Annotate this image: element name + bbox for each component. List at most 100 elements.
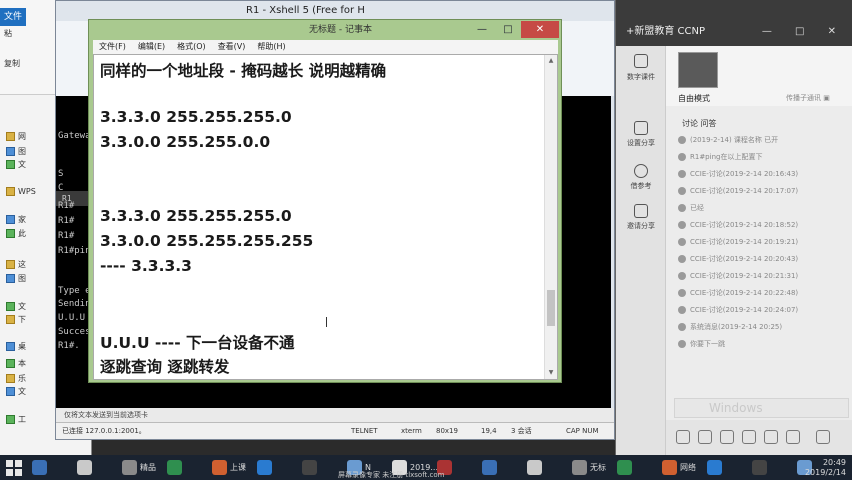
taskbar-app-button[interactable]: 精品 bbox=[122, 458, 156, 477]
menu-view[interactable]: 查看(V) bbox=[218, 40, 246, 54]
image-icon[interactable] bbox=[698, 430, 712, 444]
nav-item[interactable]: 网 bbox=[6, 130, 26, 142]
folder-icon bbox=[6, 131, 15, 141]
chat-message: CCIE-讨论(2019-2-14 20:24:07) bbox=[678, 305, 848, 315]
chat-window-buttons[interactable]: — □ ✕ bbox=[762, 26, 846, 37]
menu-file[interactable]: 文件(F) bbox=[99, 40, 126, 54]
windows-start-icon[interactable] bbox=[6, 460, 22, 476]
scroll-down-icon[interactable]: ▼ bbox=[545, 367, 557, 379]
terminal-line: U.U.U bbox=[58, 313, 86, 323]
emoji-icon[interactable] bbox=[676, 430, 690, 444]
taskbar-app-button[interactable]: 无标 bbox=[572, 458, 606, 477]
user-avatar-icon bbox=[678, 272, 686, 280]
chat-tabs[interactable]: 讨论 问答 bbox=[666, 118, 852, 130]
nav-item[interactable]: 这 bbox=[6, 258, 26, 270]
menu-help[interactable]: 帮助(H) bbox=[257, 40, 285, 54]
nav-item[interactable]: 图 bbox=[6, 272, 26, 284]
close-button[interactable]: ✕ bbox=[521, 21, 559, 38]
nav-item[interactable]: 乐 bbox=[6, 372, 26, 384]
paste-button[interactable]: 粘 bbox=[4, 28, 12, 39]
taskbar-app-button[interactable] bbox=[752, 458, 770, 477]
taskbar-app-button[interactable] bbox=[617, 458, 635, 477]
chat-title: +新盟教育 CCNP bbox=[616, 0, 852, 46]
nav-item[interactable]: 本 bbox=[6, 357, 26, 369]
chat-message-text: CCIE-讨论(2019-2-14 20:19:21) bbox=[690, 238, 799, 246]
scroll-up-icon[interactable]: ▲ bbox=[545, 55, 557, 67]
chat-message: CCIE-讨论(2019-2-14 20:16:43) bbox=[678, 169, 848, 179]
header-right-label[interactable]: 传播子通讯 ▣ bbox=[786, 93, 830, 103]
nav-item[interactable]: 桌 bbox=[6, 340, 26, 352]
menu-format[interactable]: 格式(O) bbox=[177, 40, 206, 54]
chat-message: CCIE-讨论(2019-2-14 20:22:48) bbox=[678, 288, 848, 298]
taskbar-app-button[interactable]: 网络 bbox=[662, 458, 696, 477]
chat-message-text: CCIE-讨论(2019-2-14 20:18:52) bbox=[690, 221, 799, 229]
nav-item[interactable]: 此 bbox=[6, 227, 26, 239]
nav-item[interactable]: 文 bbox=[6, 158, 26, 170]
nav-item-label: 网 bbox=[18, 131, 26, 141]
taskbar-clock[interactable]: 20:49 2019/2/14 bbox=[805, 458, 846, 478]
notepad-line: 逐跳查询 逐跳转发 bbox=[100, 358, 230, 377]
avatar bbox=[678, 52, 718, 88]
taskbar-app-label: 网络 bbox=[680, 463, 696, 472]
nav-item[interactable]: 图 bbox=[6, 145, 26, 157]
status-connection: 已连接 127.0.0.1:2001。 bbox=[62, 427, 146, 435]
nav-item[interactable]: 文 bbox=[6, 300, 26, 312]
nav-item-label: 此 bbox=[18, 228, 26, 238]
chat-message-text: CCIE-讨论(2019-2-14 20:20:43) bbox=[690, 255, 799, 263]
folder-icon bbox=[6, 146, 15, 156]
status-terminal: xterm bbox=[401, 427, 422, 435]
nav-item[interactable]: 下 bbox=[6, 313, 26, 325]
user-avatar-icon bbox=[678, 323, 686, 331]
maximize-button[interactable]: □ bbox=[495, 21, 521, 38]
notepad-titlebar[interactable]: 无标题 - 记事本 — □ ✕ bbox=[89, 20, 561, 40]
user-avatar-icon bbox=[678, 153, 686, 161]
class-chat-window: +新盟教育 CCNP — □ ✕ 数字课件 设置分享 借参考 邀请分享 自由模式… bbox=[615, 0, 852, 455]
nav-item-label: 本 bbox=[18, 358, 26, 368]
taskbar-app-button[interactable] bbox=[302, 458, 320, 477]
nav-item[interactable]: 工 bbox=[6, 413, 26, 425]
taskbar-app-button[interactable] bbox=[707, 458, 725, 477]
notepad-menubar: 文件(F) 编辑(E) 格式(O) 查看(V) 帮助(H) bbox=[93, 40, 558, 54]
notepad-line: 同样的一个地址段 - 掩码越长 说明越精确 bbox=[100, 62, 387, 80]
taskbar-app-button[interactable]: 上课 bbox=[212, 458, 246, 477]
notepad-line: 3.3.3.0 255.255.255.0 bbox=[100, 108, 292, 127]
user-avatar-icon bbox=[678, 289, 686, 297]
chat-input[interactable]: Windows bbox=[674, 398, 849, 418]
chat-message: 你要下一跳 bbox=[678, 339, 848, 349]
gift-icon[interactable] bbox=[764, 430, 778, 444]
taskbar-app-button[interactable] bbox=[32, 458, 50, 477]
file-icon[interactable] bbox=[720, 430, 734, 444]
flower-icon[interactable] bbox=[786, 430, 800, 444]
taskbar-app-label: 上课 bbox=[230, 463, 246, 472]
sidebar-item-reference[interactable]: 借参考 bbox=[616, 164, 666, 191]
nav-item[interactable]: 家 bbox=[6, 213, 26, 225]
taskbar-app-button[interactable] bbox=[77, 458, 95, 477]
app-icon bbox=[617, 460, 632, 475]
clock-date: 2019/2/14 bbox=[804, 468, 846, 477]
chat-message: (2019-2-14) 课程名称 已开 bbox=[678, 135, 848, 145]
chat-message: CCIE-讨论(2019-2-14 20:18:52) bbox=[678, 220, 848, 230]
notepad-text-area[interactable]: 同样的一个地址段 - 掩码越长 说明越精确 3.3.3.0 255.255.255… bbox=[93, 54, 558, 380]
taskbar-app-button[interactable] bbox=[482, 458, 500, 477]
send-icon[interactable] bbox=[816, 430, 830, 444]
copy-button[interactable]: 复制 bbox=[4, 58, 20, 69]
sidebar-back-icon[interactable] bbox=[616, 54, 666, 71]
menu-edit[interactable]: 编辑(E) bbox=[138, 40, 165, 54]
folder-icon bbox=[6, 373, 15, 383]
nav-item[interactable]: WPS bbox=[6, 185, 36, 197]
chat-message-text: 你要下一跳 bbox=[690, 340, 725, 348]
explorer-file-tab[interactable]: 文件 bbox=[0, 8, 26, 26]
scrollbar-thumb[interactable] bbox=[547, 290, 555, 326]
nav-item[interactable]: 文 bbox=[6, 385, 26, 397]
sidebar-item-courseware[interactable]: 数字课件 bbox=[616, 72, 666, 82]
screenshot-icon[interactable] bbox=[742, 430, 756, 444]
terminal-line: S bbox=[58, 169, 64, 179]
sidebar-item-invite[interactable]: 邀请分享 bbox=[616, 204, 666, 231]
taskbar-app-button[interactable] bbox=[257, 458, 275, 477]
taskbar-app-button[interactable] bbox=[167, 458, 185, 477]
app-icon bbox=[257, 460, 272, 475]
vertical-scrollbar[interactable]: ▲ ▼ bbox=[544, 55, 557, 379]
minimize-button[interactable]: — bbox=[469, 21, 495, 38]
taskbar-app-button[interactable] bbox=[527, 458, 545, 477]
sidebar-item-share[interactable]: 设置分享 bbox=[616, 121, 666, 148]
